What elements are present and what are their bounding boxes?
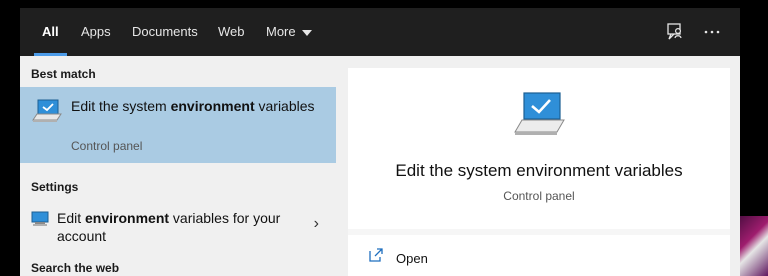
- tab-more[interactable]: More: [266, 8, 312, 56]
- caret-down-icon: [301, 29, 312, 36]
- open-icon: [368, 247, 384, 268]
- open-action-label: Open: [396, 251, 428, 266]
- tab-more-label: More: [266, 24, 296, 39]
- preview-panel: Edit the system environment variables Co…: [348, 68, 730, 276]
- tab-apps[interactable]: Apps: [81, 8, 111, 56]
- settings-result-label: Edit environment variables for your acco…: [57, 210, 281, 244]
- tab-documents[interactable]: Documents: [132, 8, 198, 56]
- settings-monitor-icon: [31, 211, 49, 232]
- search-window: All Apps Documents Web More Best match E…: [20, 8, 740, 276]
- tab-web[interactable]: Web: [218, 8, 245, 56]
- monitor-icon: [32, 98, 62, 131]
- section-settings: Settings: [31, 180, 79, 194]
- preview-title: Edit the system environment variables: [395, 161, 683, 180]
- preview-monitor-icon: [512, 90, 568, 145]
- search-tabs-bar: All Apps Documents Web More: [20, 8, 740, 56]
- section-best-match: Best match: [31, 67, 96, 81]
- best-match-title: Edit the system environment variables: [71, 98, 315, 114]
- settings-result-env-vars[interactable]: Edit environment variables for your acco…: [20, 203, 336, 245]
- open-action[interactable]: Open: [348, 235, 730, 276]
- results-panel: Best match Edit the system environment v…: [20, 56, 336, 276]
- preview-card: Edit the system environment variables Co…: [348, 68, 730, 229]
- chevron-right-icon[interactable]: ›: [314, 215, 319, 233]
- more-options-icon[interactable]: [702, 22, 722, 42]
- best-match-result[interactable]: Edit the system environment variables Co…: [20, 87, 336, 163]
- preview-subtitle: Control panel: [503, 189, 575, 203]
- section-search-web: Search the web: [31, 261, 120, 275]
- tab-all[interactable]: All: [34, 8, 67, 56]
- feedback-icon[interactable]: [665, 22, 685, 42]
- best-match-subtitle: Control panel: [71, 139, 143, 153]
